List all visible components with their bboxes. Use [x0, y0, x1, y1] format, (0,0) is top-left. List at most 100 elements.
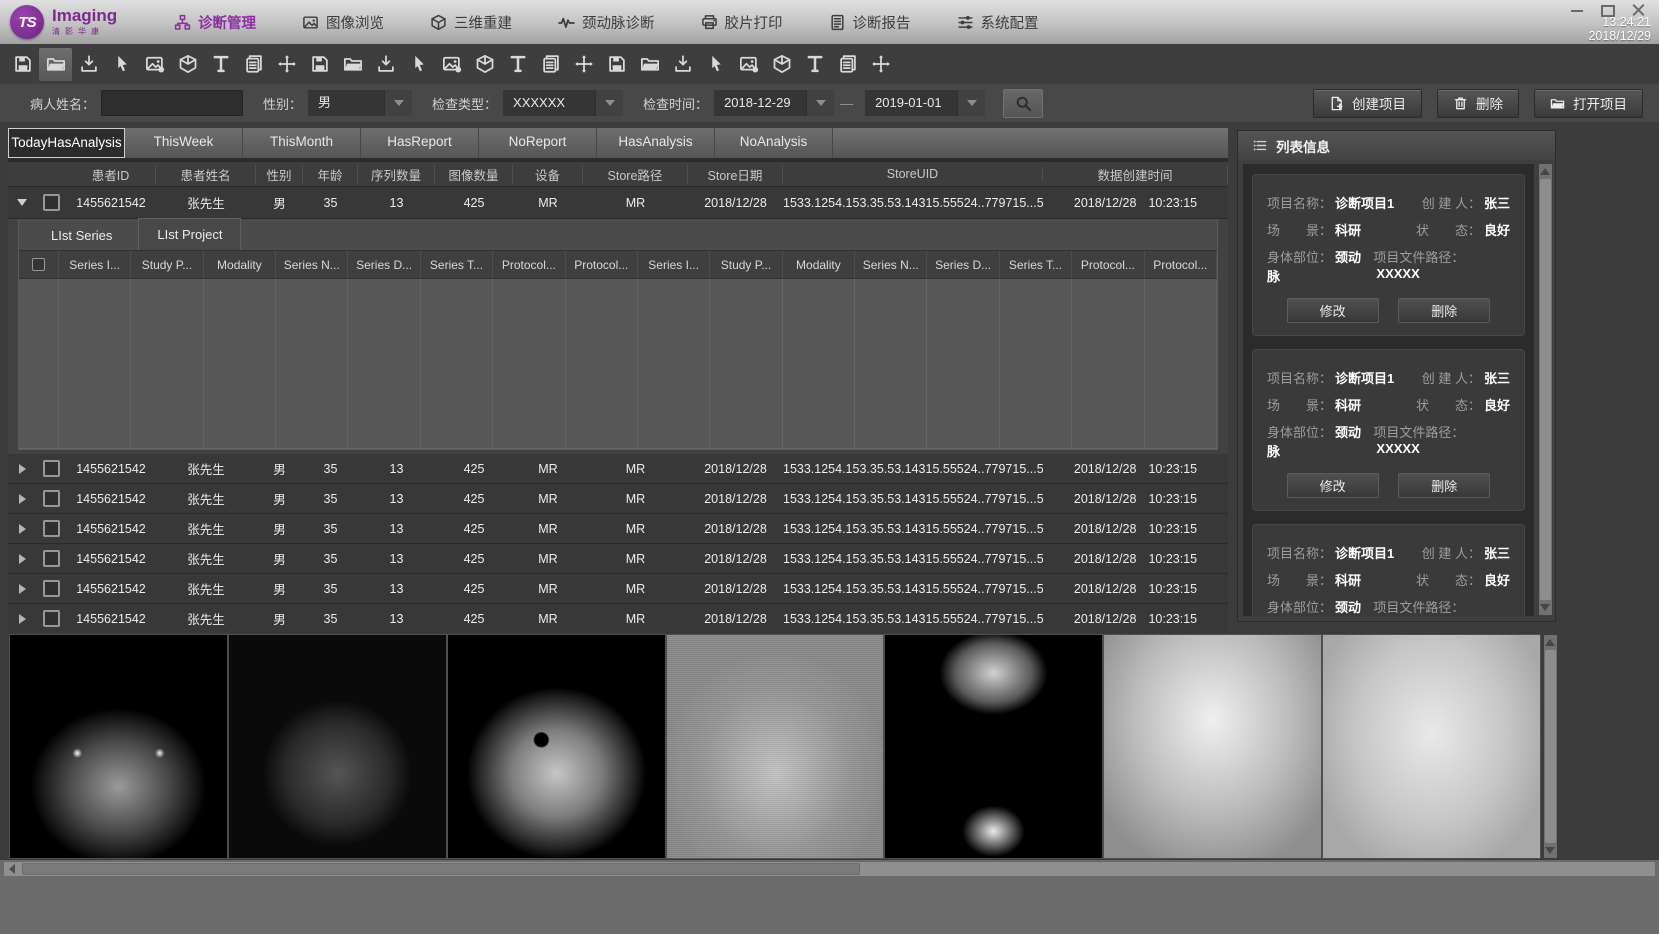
nav-item-settings[interactable]: 系统配置: [957, 12, 1039, 33]
nav-item-cube[interactable]: 三维重建: [430, 12, 512, 33]
expand-cell[interactable]: [8, 494, 36, 504]
nav-item-report[interactable]: 诊断报告: [829, 12, 911, 33]
delete-button[interactable]: 删除: [1398, 473, 1490, 498]
expand-cell[interactable]: [8, 584, 36, 594]
scroll-down-icon[interactable]: [1540, 604, 1550, 611]
modify-button[interactable]: 修改: [1287, 473, 1379, 498]
cursor-tool-button[interactable]: [699, 48, 732, 81]
cube-3d-tool-button[interactable]: [468, 48, 501, 81]
expand-icon[interactable]: [19, 584, 26, 594]
gender-dropdown-button[interactable]: [384, 90, 412, 116]
cube-3d-tool-button[interactable]: [171, 48, 204, 81]
tab-list-series[interactable]: LIst Series: [33, 221, 130, 250]
mri-thumbnail-6[interactable]: [1104, 635, 1321, 858]
tab-list-project[interactable]: LIst Project: [138, 218, 241, 250]
checkbox-cell[interactable]: [36, 550, 66, 567]
exam-type-select[interactable]: XXXXXX: [503, 90, 623, 116]
panel-scrollbar-thumb[interactable]: [1540, 179, 1551, 600]
row-checkbox[interactable]: [43, 194, 60, 211]
scroll-up-icon[interactable]: [1545, 639, 1555, 646]
expand-icon[interactable]: [19, 614, 26, 624]
row-checkbox[interactable]: [43, 580, 60, 597]
scroll-down-icon[interactable]: [1545, 847, 1555, 854]
patient-row[interactable]: 1455621542张先生男3513425MRMR2018/12/281533.…: [8, 604, 1228, 634]
cube-3d-tool-button[interactable]: [765, 48, 798, 81]
checkbox-cell[interactable]: [36, 580, 66, 597]
patient-name-input[interactable]: [101, 90, 243, 116]
checkbox-cell[interactable]: [36, 490, 66, 507]
import-tool-button[interactable]: [369, 48, 402, 81]
nav-item-printer[interactable]: 胶片打印: [701, 12, 783, 33]
patient-row[interactable]: 1455621542张先生男3513425MRMR2018/12/281533.…: [8, 187, 1228, 219]
expand-icon[interactable]: [19, 494, 26, 504]
row-checkbox[interactable]: [43, 520, 60, 537]
tab-thisweek[interactable]: ThisWeek: [125, 128, 243, 158]
expand-cell[interactable]: [8, 199, 36, 206]
date-from-dropdown-button[interactable]: [806, 90, 834, 116]
expand-icon[interactable]: [19, 554, 26, 564]
open-folder-tool-button[interactable]: [336, 48, 369, 81]
patient-row[interactable]: 1455621542张先生男3513425MRMR2018/12/281533.…: [8, 484, 1228, 514]
mri-thumbnail-2[interactable]: [229, 635, 446, 858]
tab-noreport[interactable]: NoReport: [479, 128, 597, 158]
series-select-all-checkbox[interactable]: [32, 258, 45, 271]
expand-cell[interactable]: [8, 554, 36, 564]
nav-item-waveform[interactable]: 颈动脉诊断: [558, 12, 655, 33]
minimize-button[interactable]: [1570, 5, 1584, 17]
tab-thismonth[interactable]: ThisMonth: [243, 128, 361, 158]
thumbnail-scrollbar-thumb[interactable]: [1545, 650, 1556, 843]
expand-cell[interactable]: [8, 464, 36, 474]
row-checkbox[interactable]: [43, 610, 60, 627]
save-tool-button[interactable]: [303, 48, 336, 81]
mri-thumbnail-1[interactable]: [10, 635, 227, 858]
expand-icon[interactable]: [19, 464, 26, 474]
expand-icon[interactable]: [19, 524, 26, 534]
action-file-plus-button[interactable]: 创建项目: [1313, 89, 1422, 118]
import-tool-button[interactable]: [72, 48, 105, 81]
gender-select[interactable]: 男: [308, 90, 412, 116]
series-checkbox-cell[interactable]: [19, 251, 59, 278]
image-badge-tool-button[interactable]: [435, 48, 468, 81]
tab-hasreport[interactable]: HasReport: [361, 128, 479, 158]
move-tool-button[interactable]: [270, 48, 303, 81]
panel-scrollbar[interactable]: [1539, 164, 1552, 615]
cursor-tool-button[interactable]: [402, 48, 435, 81]
nav-item-org-chart[interactable]: 诊断管理: [174, 12, 256, 33]
move-tool-button[interactable]: [864, 48, 897, 81]
expand-cell[interactable]: [8, 614, 36, 624]
horizontal-scrollbar[interactable]: [4, 862, 1655, 876]
move-tool-button[interactable]: [567, 48, 600, 81]
mri-thumbnail-5[interactable]: [885, 635, 1102, 858]
horizontal-scrollbar-thumb[interactable]: [22, 863, 860, 875]
checkbox-cell[interactable]: [36, 610, 66, 627]
tab-todayhasanalysis[interactable]: TodayHasAnalysis: [8, 128, 125, 158]
tab-noanalysis[interactable]: NoAnalysis: [715, 128, 833, 158]
mri-thumbnail-7[interactable]: [1323, 635, 1540, 858]
open-folder-tool-button[interactable]: [633, 48, 666, 81]
text-tool-button[interactable]: [501, 48, 534, 81]
text-tool-button[interactable]: [204, 48, 237, 81]
text-tool-button[interactable]: [798, 48, 831, 81]
checkbox-cell[interactable]: [36, 194, 66, 211]
delete-button[interactable]: 删除: [1398, 298, 1490, 323]
patient-row[interactable]: 1455621542张先生男3513425MRMR2018/12/281533.…: [8, 544, 1228, 574]
open-folder-tool-button[interactable]: [39, 48, 72, 81]
row-checkbox[interactable]: [43, 460, 60, 477]
scroll-up-icon[interactable]: [1540, 168, 1550, 175]
checkbox-cell[interactable]: [36, 460, 66, 477]
action-trash-button[interactable]: 删除: [1437, 89, 1519, 118]
modify-button[interactable]: 修改: [1287, 298, 1379, 323]
save-tool-button[interactable]: [6, 48, 39, 81]
scroll-left-icon[interactable]: [9, 864, 15, 874]
expand-cell[interactable]: [8, 524, 36, 534]
row-checkbox[interactable]: [43, 550, 60, 567]
search-button[interactable]: [1003, 89, 1043, 118]
save-tool-button[interactable]: [600, 48, 633, 81]
action-open-folder-button[interactable]: 打开项目: [1534, 89, 1643, 118]
mri-thumbnail-3[interactable]: [448, 635, 665, 858]
layers-tool-button[interactable]: [831, 48, 864, 81]
checkbox-cell[interactable]: [36, 520, 66, 537]
date-to-dropdown-button[interactable]: [957, 90, 985, 116]
date-from-select[interactable]: 2018-12-29: [714, 90, 834, 116]
image-badge-tool-button[interactable]: [732, 48, 765, 81]
